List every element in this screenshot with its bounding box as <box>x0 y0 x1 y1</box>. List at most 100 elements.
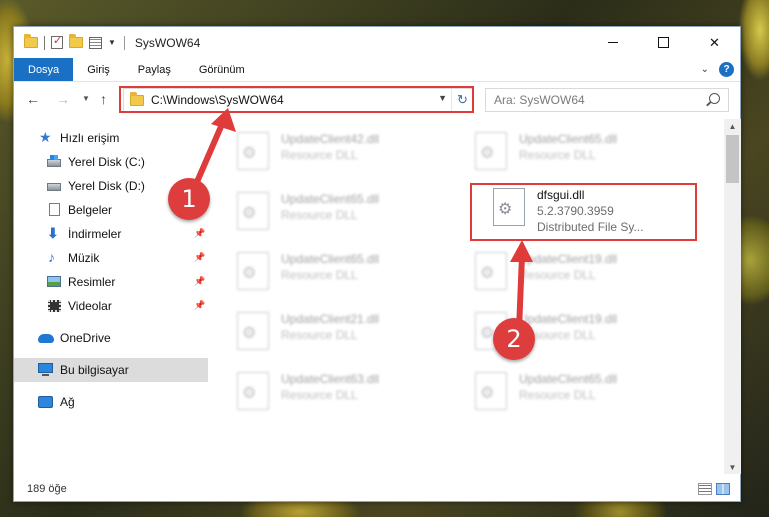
sidebar-item-label: Belgeler <box>68 203 113 217</box>
file-item[interactable]: UpdateClient65.dll Resource DLL <box>467 128 687 178</box>
tab-view[interactable]: Görünüm <box>185 58 259 81</box>
back-arrow-icon[interactable]: ← <box>26 91 40 107</box>
file-type: Resource DLL <box>281 148 358 162</box>
address-bar-highlight <box>119 86 474 113</box>
ribbon-tabs: Dosya Giriş Paylaş Görünüm ⌄ ? <box>14 58 740 82</box>
dll-file-icon <box>475 372 507 410</box>
help-icon[interactable]: ? <box>719 62 734 77</box>
sidebar-item-pictures[interactable]: Resimler 📌 <box>14 270 208 294</box>
dll-file-icon <box>237 192 269 230</box>
window-controls: ✕ <box>587 27 740 58</box>
file-type: Resource DLL <box>519 148 596 162</box>
dll-file-icon <box>237 312 269 350</box>
sidebar-item-label: Videolar <box>68 299 112 313</box>
search-input[interactable]: Ara: SysWOW64 <box>485 88 729 112</box>
cloud-icon <box>38 334 54 343</box>
expand-ribbon-chevron-icon[interactable]: ⌄ <box>701 64 709 75</box>
search-icon[interactable] <box>709 93 720 104</box>
sidebar-item-videos[interactable]: Videolar 📌 <box>14 294 208 318</box>
title-divider <box>123 35 125 50</box>
dll-file-icon <box>237 132 269 170</box>
up-arrow-icon[interactable]: ↑ <box>100 91 107 107</box>
file-name: UpdateClient21.dll <box>281 312 380 326</box>
file-name: UpdateClient65.dll <box>281 192 380 206</box>
status-bar: 189 öğe <box>14 477 740 501</box>
file-item[interactable]: UpdateClient63.dll Resource DLL <box>229 368 449 418</box>
large-icons-view-icon[interactable] <box>716 483 730 495</box>
videos-icon <box>48 300 61 312</box>
scroll-down-icon[interactable]: ▼ <box>724 460 741 474</box>
pin-icon[interactable]: 📌 <box>194 228 205 239</box>
tab-share[interactable]: Paylaş <box>124 58 185 81</box>
sidebar-item-downloads[interactable]: ⬇ İndirmeler 📌 <box>14 222 208 246</box>
file-name: UpdateClient19.dll <box>519 312 618 326</box>
properties-check-icon[interactable] <box>51 34 63 49</box>
sidebar-item-label: Hızlı erişim <box>60 131 120 145</box>
title-bar: ▼ SysWOW64 ✕ <box>14 27 740 58</box>
sidebar-item-label: Bu bilgisayar <box>60 363 129 377</box>
pin-icon[interactable]: 📌 <box>194 276 205 287</box>
sidebar-item-label: İndirmeler <box>68 227 122 241</box>
drive-icon <box>47 155 61 167</box>
file-name: UpdateClient42.dll <box>281 132 380 146</box>
search-placeholder: Ara: SysWOW64 <box>494 93 585 107</box>
item-count: 189 öğe <box>27 483 67 495</box>
sidebar-item-label: OneDrive <box>60 331 111 345</box>
forward-arrow-icon[interactable]: → <box>56 91 70 107</box>
sidebar-item-onedrive[interactable]: OneDrive <box>14 326 208 350</box>
dll-file-icon <box>237 372 269 410</box>
file-highlight <box>470 183 697 241</box>
close-button[interactable]: ✕ <box>689 27 740 58</box>
file-name: UpdateClient63.dll <box>281 372 380 386</box>
sidebar-item-this-pc[interactable]: Bu bilgisayar <box>14 358 208 382</box>
recent-locations-chevron-icon[interactable]: ▼ <box>82 94 90 103</box>
details-view-icon[interactable] <box>698 483 712 495</box>
quick-access-toolbar: ▼ <box>14 34 116 50</box>
maximize-button[interactable] <box>638 27 689 58</box>
file-name: UpdateClient19.dll <box>519 252 618 266</box>
tab-home[interactable]: Giriş <box>73 58 124 81</box>
step-marker-1: 1 <box>168 178 210 220</box>
file-list: UpdateClient42.dll Resource DLL UpdateCl… <box>229 122 724 472</box>
navigation-pane: ★ Hızlı erişim Yerel Disk (C:) Yerel Dis… <box>14 122 208 472</box>
sidebar-item-quick-access[interactable]: ★ Hızlı erişim <box>14 126 208 150</box>
new-folder-icon[interactable] <box>69 34 83 48</box>
file-type: Resource DLL <box>281 268 358 282</box>
scroll-up-icon[interactable]: ▲ <box>724 119 741 133</box>
file-type: Resource DLL <box>281 328 358 342</box>
pictures-icon <box>47 276 61 287</box>
file-item[interactable]: UpdateClient65.dll Resource DLL <box>229 248 449 298</box>
file-item[interactable]: UpdateClient65.dll Resource DLL <box>467 368 687 418</box>
star-icon: ★ <box>39 129 52 145</box>
network-icon <box>38 396 53 408</box>
file-item[interactable]: UpdateClient65.dll Resource DLL <box>229 188 449 238</box>
file-name: UpdateClient65.dll <box>281 252 380 266</box>
vertical-scrollbar[interactable]: ▲ ▼ <box>724 119 741 474</box>
pin-icon[interactable]: 📌 <box>194 252 205 263</box>
file-type: Resource DLL <box>519 268 596 282</box>
dll-file-icon <box>475 132 507 170</box>
tab-file[interactable]: Dosya <box>14 58 74 81</box>
file-item[interactable]: UpdateClient19.dll Resource DLL <box>467 248 687 298</box>
qat-dropdown-icon[interactable]: ▼ <box>108 38 116 47</box>
download-icon: ⬇ <box>47 225 59 241</box>
computer-icon <box>38 363 53 376</box>
file-item[interactable]: UpdateClient42.dll Resource DLL <box>229 128 449 178</box>
sidebar-item-music[interactable]: ♪ Müzik 📌 <box>14 246 208 270</box>
customize-icon[interactable] <box>89 36 102 49</box>
file-type: Resource DLL <box>281 208 358 222</box>
scroll-thumb[interactable] <box>726 135 739 183</box>
step-marker-2: 2 <box>493 318 535 360</box>
dll-file-icon <box>237 252 269 290</box>
sidebar-item-network[interactable]: Ağ <box>14 390 208 414</box>
sidebar-item-label: Müzik <box>68 251 100 265</box>
sidebar-item-local-disk-c[interactable]: Yerel Disk (C:) <box>14 150 208 174</box>
minimize-button[interactable] <box>587 27 638 58</box>
sidebar-item-label: Yerel Disk (C:) <box>68 155 145 169</box>
file-name: UpdateClient65.dll <box>519 372 618 386</box>
file-item[interactable]: UpdateClient21.dll Resource DLL <box>229 308 449 358</box>
document-icon <box>49 203 60 216</box>
ribbon-right-controls: ⌄ ? <box>701 62 734 77</box>
pin-icon[interactable]: 📌 <box>194 300 205 311</box>
sidebar-item-label: Ağ <box>60 395 75 409</box>
